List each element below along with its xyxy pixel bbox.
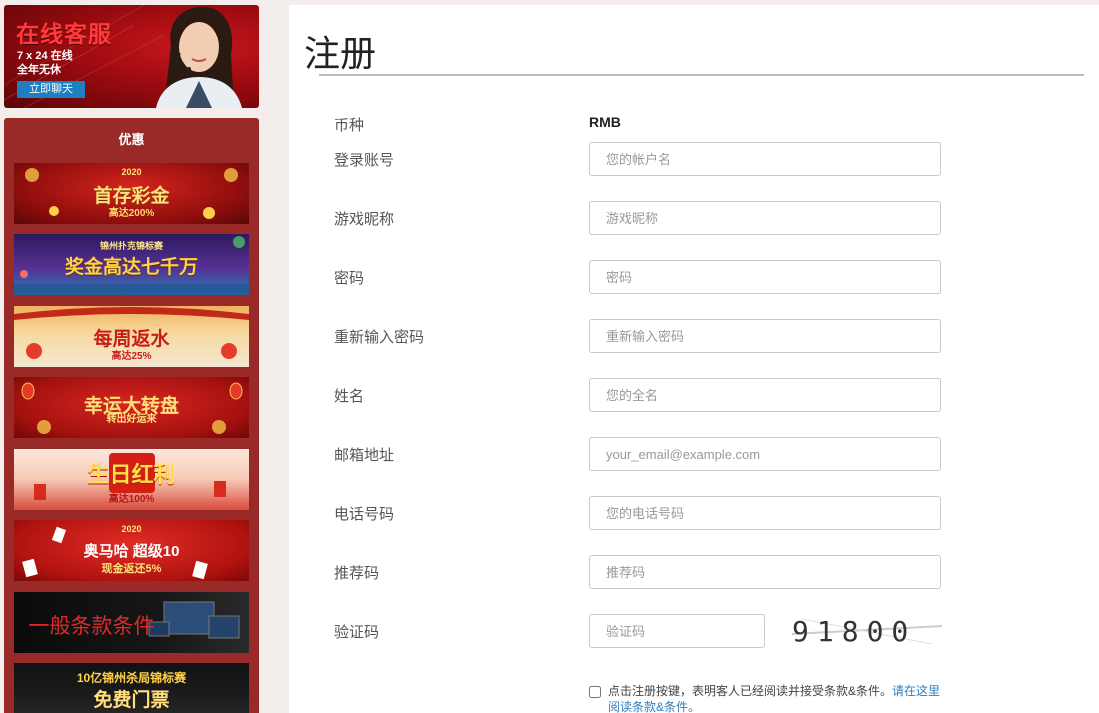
promo-tag: 10亿锦州杀局锦标赛 — [76, 671, 187, 685]
promo-title: 奥马哈 超级10 — [83, 543, 180, 560]
password-input[interactable] — [589, 260, 941, 294]
full-name-input[interactable] — [589, 378, 941, 412]
support-agent-avatar — [156, 6, 242, 108]
promo-title: 生日红利 — [87, 462, 176, 487]
captcha-label: 验证码 — [334, 624, 380, 641]
username-input[interactable] — [589, 142, 941, 176]
page-title: 注册 — [304, 33, 377, 74]
title-divider — [319, 74, 1084, 76]
support-title: 在线客服 — [16, 21, 112, 47]
email-label: 邮箱地址 — [334, 447, 395, 464]
captcha-text: 91800 — [792, 615, 917, 648]
phone-label: 电话号码 — [334, 506, 395, 523]
phone-input[interactable] — [589, 496, 941, 530]
referral-code-label: 推荐码 — [334, 565, 380, 582]
referral-code-input[interactable] — [589, 555, 941, 589]
nickname-input[interactable] — [589, 201, 941, 235]
promo-banner-free-ticket[interactable]: 10亿锦州杀局锦标赛 免费门票 — [14, 663, 249, 713]
promotions-title: 优惠 — [118, 132, 145, 147]
promo-banner-general-terms[interactable]: 一般条款条件 — [14, 592, 249, 653]
terms-checkbox[interactable] — [589, 686, 601, 698]
promo-subtitle: 高达200% — [108, 208, 155, 219]
full-name-label: 姓名 — [334, 388, 365, 405]
captcha-image[interactable]: 91800 — [792, 614, 942, 648]
promo-subtitle: 转出好运来 — [106, 414, 157, 425]
password-label: 密码 — [334, 270, 365, 287]
chat-now-button[interactable]: 立即聊天 — [17, 81, 85, 98]
promo-banner-weekly-rebate[interactable]: 每周返水 高达25% — [14, 306, 249, 367]
promo-subtitle: 高达25% — [111, 351, 152, 362]
promo-title: 一般条款条件 — [28, 615, 155, 638]
promo-banner-birthday-bonus[interactable]: 生日红利 高达100% — [14, 449, 249, 510]
promo-title: 免费门票 — [93, 690, 170, 711]
terms-text: 点击注册按键，表明客人已经阅读并接受条款&条件。 — [608, 684, 893, 698]
confirm-password-label: 重新输入密码 — [334, 329, 425, 346]
promotions-panel: 优惠 2020 首存彩金 高达200% 锦州扑克锦标赛 奖金高达七千万 每周返水… — [4, 118, 259, 713]
promo-banner-lucky-wheel[interactable]: 幸运大转盘 转出好运来 — [14, 377, 249, 438]
promo-banner-omaha-super10[interactable]: 2020 奥马哈 超级10 现金返还5% — [14, 520, 249, 581]
promo-subtitle: 高达100% — [108, 494, 155, 505]
promo-banner-poker-tournament[interactable]: 锦州扑克锦标赛 奖金高达七千万 — [14, 234, 249, 295]
captcha-input[interactable] — [589, 614, 765, 648]
promo-tag: 2020 — [121, 167, 142, 177]
currency-label: 币种 — [334, 117, 365, 134]
nickname-label: 游戏昵称 — [334, 211, 395, 228]
username-label: 登录账号 — [334, 152, 395, 169]
promo-tag: 锦州扑克锦标赛 — [99, 241, 163, 251]
confirm-password-input[interactable] — [589, 319, 941, 353]
email-input[interactable] — [589, 437, 941, 471]
registration-panel: 注册 币种 RMB 登录账号 游戏昵称 密码 重新输入密码 姓名 邮箱地址 电话… — [289, 5, 1099, 713]
live-support-banner[interactable]: 在线客服 7 x 24 在线 全年无休 立即聊天 — [4, 5, 259, 108]
support-availability: 全年无休 — [17, 64, 61, 76]
promo-subtitle: 现金返还5% — [101, 563, 162, 575]
currency-value: RMB — [589, 114, 621, 130]
promo-title: 奖金高达七千万 — [64, 257, 198, 278]
promo-tag: 2020 — [121, 524, 142, 534]
promo-banner-first-deposit[interactable]: 2020 首存彩金 高达200% — [14, 163, 249, 224]
